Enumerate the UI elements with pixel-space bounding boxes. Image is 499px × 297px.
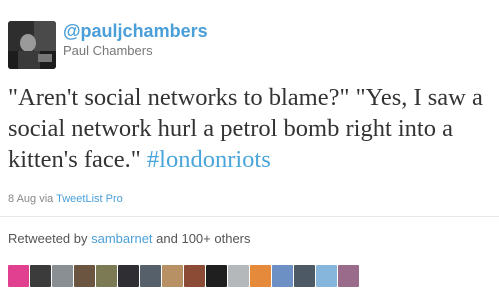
avatar-blue-icon[interactable] — [272, 265, 293, 287]
author-name: Paul Chambers — [63, 43, 153, 58]
avatar-silver-icon[interactable] — [228, 265, 249, 287]
avatar-pink-icon[interactable] — [8, 265, 29, 287]
avatar-olive-icon[interactable] — [96, 265, 117, 287]
avatar-dark-icon[interactable] — [30, 265, 51, 287]
avatar-rust-icon[interactable] — [184, 265, 205, 287]
avatar-steel-icon[interactable] — [294, 265, 315, 287]
avatar-sky-icon[interactable] — [316, 265, 337, 287]
avatar-orange-icon[interactable] — [250, 265, 271, 287]
avatar-gray-icon[interactable] — [52, 265, 73, 287]
tweet-text: "Aren't social networks to blame?" "Yes,… — [8, 82, 496, 175]
retweeter-link[interactable]: sambarnet — [91, 231, 152, 246]
avatar-charcoal-icon[interactable] — [118, 265, 139, 287]
retweeter-avatars — [8, 265, 359, 287]
divider — [0, 216, 499, 217]
author-handle[interactable]: @pauljchambers — [63, 20, 208, 42]
hashtag-link[interactable]: #londonriots — [147, 146, 271, 173]
author-avatar[interactable] — [8, 21, 56, 69]
avatar-brown-icon[interactable] — [74, 265, 95, 287]
via-label: via — [39, 193, 54, 205]
tweet-date[interactable]: 8 Aug — [8, 193, 36, 205]
author-avatar-image — [8, 21, 56, 69]
tweet-meta: 8 Aug via TweetList Pro — [8, 192, 123, 206]
retweeted-by-label: Retweeted by — [8, 231, 88, 246]
client-link[interactable]: TweetList Pro — [56, 193, 123, 205]
avatar-slate-icon[interactable] — [140, 265, 161, 287]
avatar-tan-icon[interactable] — [162, 265, 183, 287]
retweet-summary: Retweeted by sambarnet and 100+ others — [8, 231, 251, 247]
avatar-mauve-icon[interactable] — [338, 265, 359, 287]
avatar-black-icon[interactable] — [206, 265, 227, 287]
retweet-others-label[interactable]: and 100+ others — [156, 231, 250, 246]
